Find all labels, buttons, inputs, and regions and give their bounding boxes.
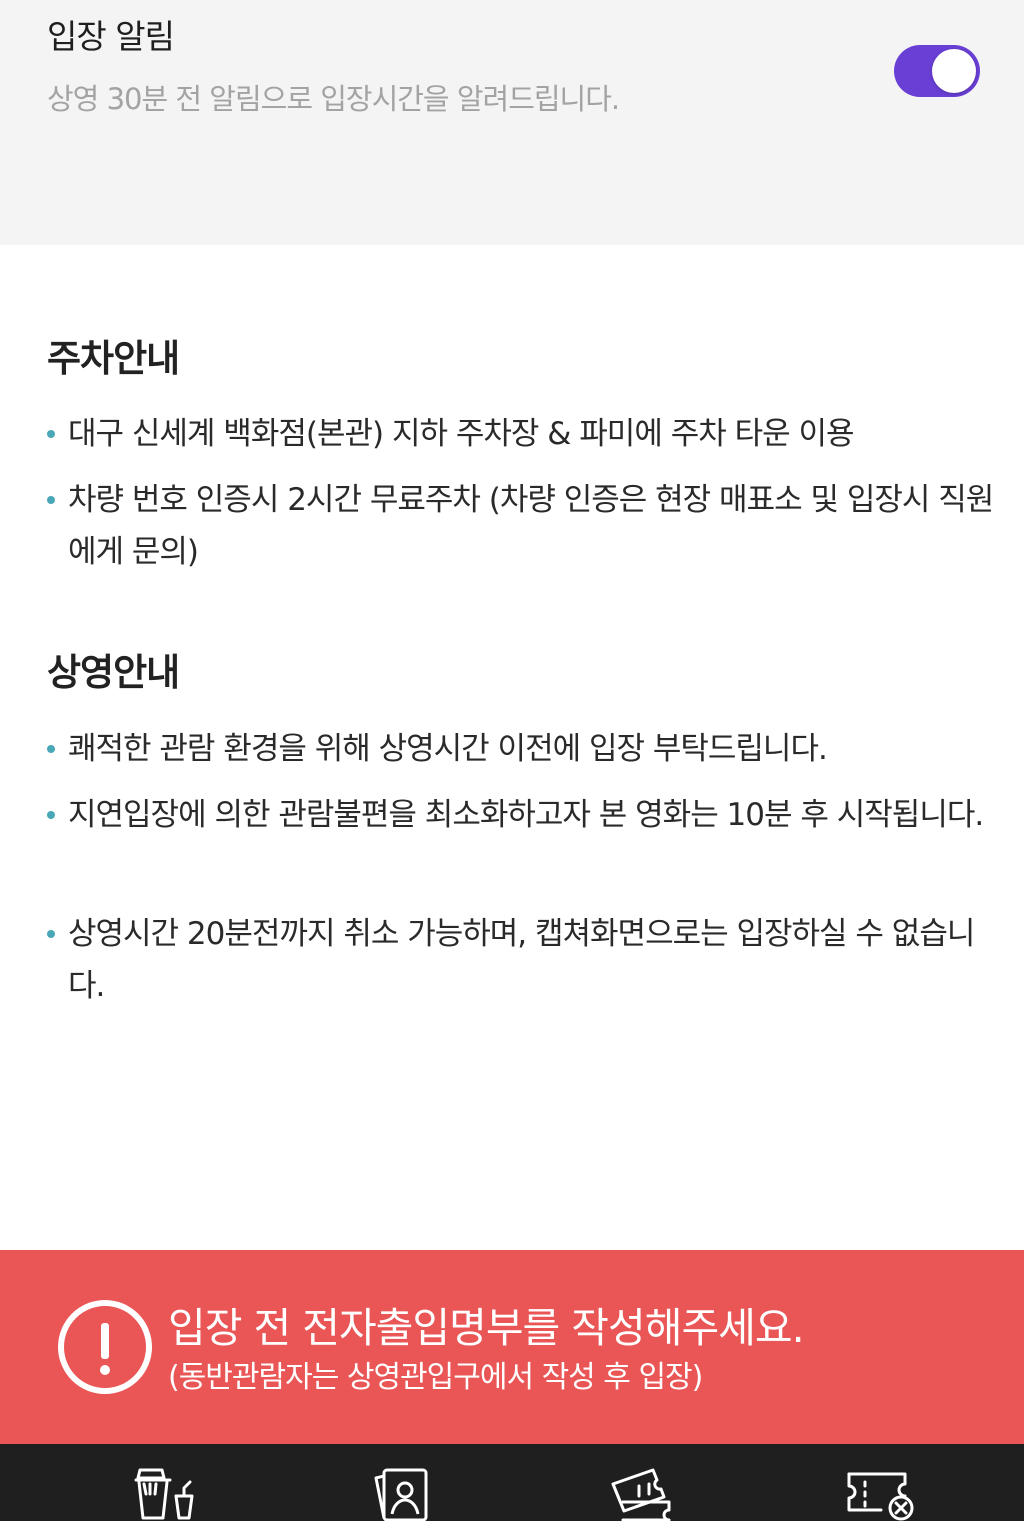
entry-notification-title: 입장 알림 [47, 17, 175, 56]
page: 입장 알림 상영 30분 전 알림으로 입장시간을 알려드립니다. 주차안내 대… [0, 0, 1024, 1521]
bottom-nav [0, 1444, 1024, 1521]
parking-info-item: 차량 번호 인증시 2시간 무료주차 (차량 인증은 현장 매표소 및 입장시 … [47, 474, 997, 578]
exclamation-icon [58, 1300, 152, 1394]
parking-info-item: 대구 신세계 백화점(본관) 지하 주차장 & 파미에 주차 타운 이용 [47, 408, 997, 460]
banner-sub-text: (동반관람자는 상영관입구에서 작성 후 입장) [168, 1360, 703, 1395]
screening-info-item: 쾌적한 관람 환경을 위해 상영시간 이전에 입장 부탁드립니다. [47, 723, 997, 775]
photo-ticket-icon[interactable] [370, 1464, 432, 1521]
entry-notification-description: 상영 30분 전 알림으로 입장시간을 알려드립니다. [47, 82, 620, 116]
entry-notification-section: 입장 알림 상영 30분 전 알림으로 입장시간을 알려드립니다. [0, 0, 1024, 245]
parking-info-title: 주차안내 [47, 337, 180, 380]
ticket-icon[interactable] [605, 1464, 677, 1521]
entry-notification-toggle[interactable] [894, 45, 980, 97]
screening-info-title: 상영안내 [47, 651, 180, 694]
screening-info-item: 상영시간 20분전까지 취소 가능하며, 캡쳐화면으로는 입장하실 수 없습니다… [47, 908, 997, 1012]
cancel-ticket-icon[interactable] [843, 1464, 917, 1521]
toggle-knob [932, 49, 976, 93]
banner-main-text: 입장 전 전자출입명부를 작성해주세요. [168, 1304, 805, 1352]
screening-info-item: 지연입장에 의한 관람불편을 최소화하고자 본 영화는 10분 후 시작됩니다. [47, 789, 997, 841]
entry-registry-banner[interactable]: 입장 전 전자출입명부를 작성해주세요. (동반관람자는 상영관입구에서 작성 … [0, 1250, 1024, 1444]
snack-drink-icon[interactable] [130, 1464, 198, 1521]
